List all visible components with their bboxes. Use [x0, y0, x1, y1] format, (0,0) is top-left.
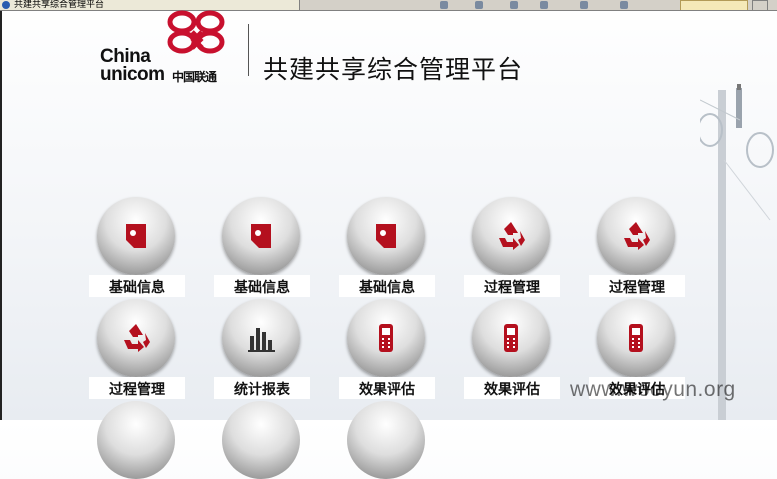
mobile-phone-icon: [629, 324, 643, 352]
tile-button[interactable]: [597, 197, 675, 275]
telecom-pole-illustration: [700, 84, 774, 420]
tile-process-mgmt-2[interactable]: 过程管理: [589, 197, 685, 301]
unicom-knot-icon: [167, 10, 225, 54]
mobile-phone-icon: [504, 324, 518, 352]
tile-button[interactable]: [222, 197, 300, 275]
document-icon: [251, 224, 271, 248]
tile-label: 基础信息: [339, 275, 435, 297]
browser-tab[interactable]: 共建共享综合管理平台: [0, 0, 300, 10]
tile-button[interactable]: [347, 197, 425, 275]
tile-button[interactable]: [597, 299, 675, 377]
tile-partial[interactable]: [347, 401, 425, 479]
tile-button[interactable]: [472, 197, 550, 275]
watermark-text: www.wooyun.org: [570, 378, 736, 401]
bar-chart-icon: [248, 328, 275, 352]
brand-english-line2: unicom: [100, 64, 165, 85]
tile-partial[interactable]: [97, 401, 175, 479]
tile-process-mgmt-1[interactable]: 过程管理: [464, 197, 560, 301]
tile-basic-info-3[interactable]: 基础信息: [339, 197, 435, 301]
page-icon[interactable]: [540, 1, 548, 9]
tile-basic-info-1[interactable]: 基础信息: [89, 197, 185, 301]
mobile-phone-icon: [379, 324, 393, 352]
tile-process-mgmt-3[interactable]: 过程管理: [89, 299, 185, 403]
document-icon: [126, 224, 146, 248]
tile-partial[interactable]: [222, 401, 300, 479]
status-field: [680, 0, 748, 10]
document-icon: [376, 224, 396, 248]
brand-chinese: 中国联通: [172, 70, 217, 84]
ie-icon: [2, 1, 10, 9]
tile-button[interactable]: [472, 299, 550, 377]
tile-basic-info-2[interactable]: 基础信息: [214, 197, 310, 301]
tile-button[interactable]: [222, 299, 300, 377]
tile-label: 统计报表: [214, 377, 310, 399]
tools-icon[interactable]: [580, 1, 588, 9]
tile-button[interactable]: [97, 299, 175, 377]
tile-label: 过程管理: [89, 377, 185, 399]
tile-label: 过程管理: [464, 275, 560, 297]
home-icon[interactable]: [440, 1, 448, 9]
tile-label: 效果评估: [339, 377, 435, 399]
recycle-icon: [499, 222, 525, 250]
tile-effect-eval-2[interactable]: 效果评估: [464, 299, 560, 403]
tile-label: 效果评估: [464, 377, 560, 399]
tile-statistics-report[interactable]: 统计报表: [214, 299, 310, 403]
tile-label: 过程管理: [589, 275, 685, 297]
tile-label: 基础信息: [89, 275, 185, 297]
help-icon[interactable]: [620, 1, 628, 9]
recycle-icon: [124, 324, 150, 352]
window-left-edge: [0, 11, 2, 420]
tile-label: 基础信息: [214, 275, 310, 297]
china-unicom-logo: China unicom 中国联通: [100, 10, 250, 85]
browser-tab-title: 共建共享综合管理平台: [14, 0, 105, 10]
header-divider: [248, 24, 249, 76]
feeds-icon[interactable]: [475, 1, 483, 9]
recycle-icon: [624, 222, 650, 250]
tile-button[interactable]: [347, 299, 425, 377]
tile-effect-eval-1[interactable]: 效果评估: [339, 299, 435, 403]
page-title: 共建共享综合管理平台: [263, 55, 524, 84]
window-button[interactable]: [752, 0, 768, 10]
tile-button[interactable]: [97, 197, 175, 275]
print-icon[interactable]: [510, 1, 518, 9]
